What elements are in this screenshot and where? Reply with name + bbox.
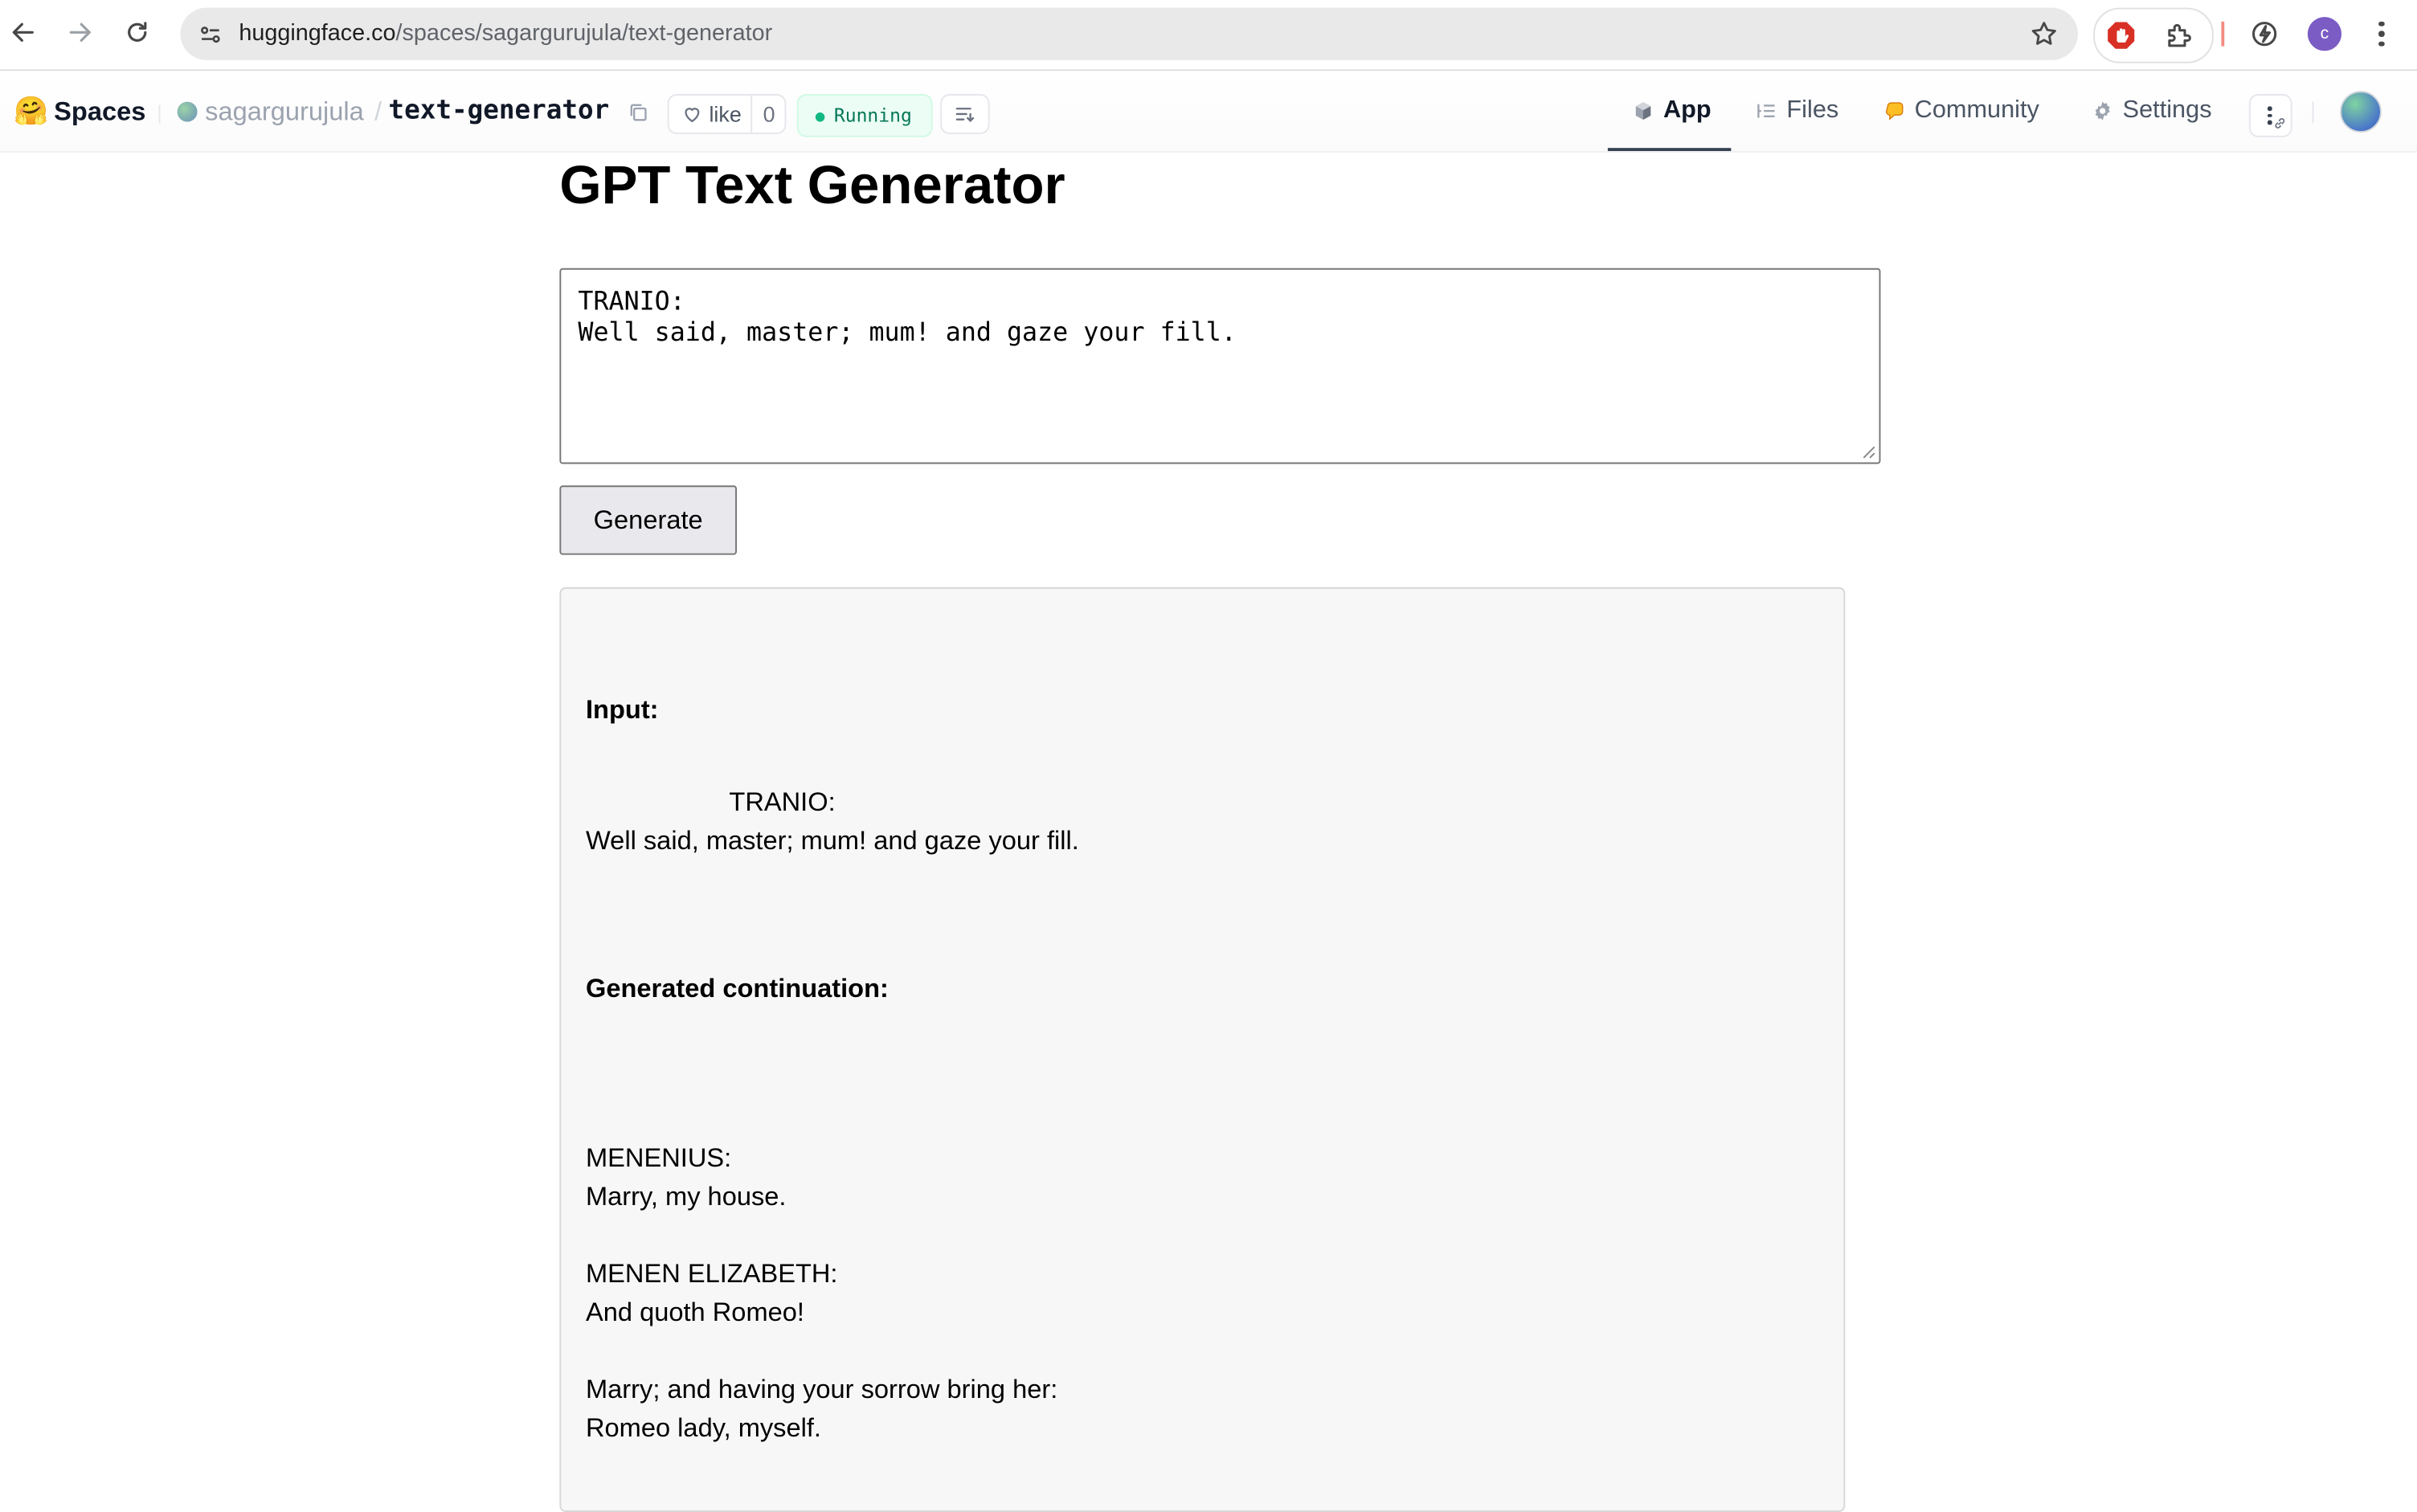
tab-settings[interactable]: Settings bbox=[2092, 71, 2212, 151]
cube-icon bbox=[1635, 102, 1651, 121]
status-badge[interactable]: Running bbox=[796, 94, 933, 137]
copy-icon[interactable] bbox=[628, 102, 649, 124]
like-label: like bbox=[709, 101, 742, 127]
tab-app-label: App bbox=[1662, 96, 1712, 124]
url-text: huggingface.co/spaces/sagargurujula/text… bbox=[239, 19, 773, 47]
resize-grip-icon[interactable] bbox=[1862, 445, 1875, 459]
performance-icon[interactable] bbox=[2247, 17, 2281, 51]
owner-link[interactable]: sagargurujula bbox=[205, 97, 364, 128]
header-divider bbox=[158, 104, 161, 124]
more-options-button[interactable] bbox=[2248, 94, 2292, 137]
link-icon bbox=[2275, 118, 2285, 129]
input-echo-speaker: TRANIO: bbox=[729, 787, 836, 817]
more-dots-icon bbox=[2267, 106, 2272, 125]
browser-menu-icon[interactable] bbox=[2366, 17, 2397, 51]
bookmark-star-icon[interactable] bbox=[2029, 18, 2059, 49]
ad-blocker-icon[interactable] bbox=[2104, 18, 2138, 52]
heart-icon bbox=[685, 108, 700, 123]
tab-files[interactable]: Files bbox=[1756, 71, 1838, 151]
extensions-puzzle-icon[interactable] bbox=[2163, 18, 2197, 52]
space-header: 🤗 Spaces sagargurujula / text-generator … bbox=[0, 71, 2417, 153]
extensions-group bbox=[2093, 7, 2214, 63]
header-divider-right bbox=[2312, 101, 2314, 124]
tab-app[interactable]: App bbox=[1633, 71, 1712, 151]
generate-button[interactable]: Generate bbox=[559, 485, 737, 555]
page-title: GPT Text Generator bbox=[559, 155, 1065, 216]
repo-name[interactable]: text-generator bbox=[388, 96, 609, 126]
active-tab-indicator bbox=[1607, 148, 1732, 152]
logs-button[interactable] bbox=[940, 94, 990, 134]
owner-avatar bbox=[177, 101, 198, 122]
site-info-icon[interactable] bbox=[193, 17, 227, 51]
profile-avatar[interactable]: c bbox=[2307, 17, 2342, 51]
generated-text: MENENIUS: Marry, my house. MENEN ELIZABE… bbox=[585, 1143, 1058, 1443]
address-bar[interactable]: huggingface.co/spaces/sagargurujula/text… bbox=[180, 7, 2079, 60]
hugging-face-logo[interactable]: 🤗 bbox=[14, 97, 48, 125]
tab-settings-label: Settings bbox=[2122, 96, 2212, 124]
like-divider bbox=[750, 95, 753, 133]
logs-icon bbox=[955, 108, 975, 123]
reload-icon[interactable] bbox=[117, 12, 157, 52]
generated-heading: Generated continuation: bbox=[585, 974, 889, 1003]
input-echo-line: Well said, master; mum! and gaze your fi… bbox=[585, 826, 1079, 856]
like-count[interactable]: 0 bbox=[763, 102, 775, 127]
gear-icon bbox=[2095, 101, 2110, 121]
community-icon bbox=[1885, 102, 1904, 121]
path-separator: / bbox=[374, 96, 382, 127]
prompt-textarea[interactable]: TRANIO: Well said, master; mum! and gaze… bbox=[559, 268, 1881, 464]
user-avatar[interactable] bbox=[2340, 91, 2382, 133]
files-icon bbox=[1757, 104, 1775, 118]
browser-toolbar: huggingface.co/spaces/sagargurujula/text… bbox=[0, 0, 2417, 72]
tab-files-label: Files bbox=[1786, 96, 1839, 124]
tab-community-label: Community bbox=[1914, 96, 2039, 124]
like-button[interactable]: like 0 bbox=[667, 94, 787, 134]
forward-icon[interactable] bbox=[60, 12, 100, 52]
status-dot-icon bbox=[815, 112, 825, 122]
input-heading: Input: bbox=[585, 695, 659, 725]
output-panel: Input: TRANIO: Well said, master; mum! a… bbox=[559, 586, 1846, 1512]
toolbar-divider bbox=[2221, 21, 2225, 47]
status-text: Running bbox=[833, 104, 912, 127]
prompt-text[interactable]: TRANIO: Well said, master; mum! and gaze… bbox=[578, 287, 1236, 349]
spaces-link[interactable]: Spaces bbox=[54, 97, 145, 128]
tab-community[interactable]: Community bbox=[1883, 71, 2039, 151]
back-icon[interactable] bbox=[3, 12, 43, 52]
